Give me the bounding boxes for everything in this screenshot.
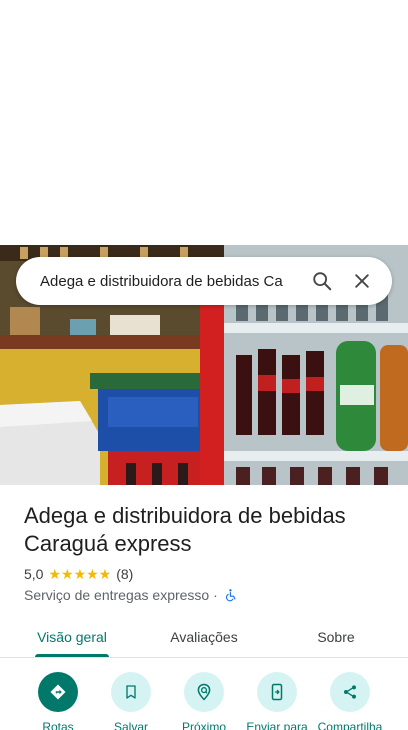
- nearby-label: Próximo: [181, 720, 226, 730]
- share-label: Compartilha: [317, 720, 383, 730]
- rating-value: 5,0: [24, 566, 44, 582]
- place-tabs: Visão geral Avaliações Sobre: [0, 616, 408, 658]
- wheelchair-icon: [224, 588, 238, 602]
- star-rating-icon: ★★★★★: [48, 565, 112, 582]
- tab-reviews[interactable]: Avaliações: [156, 616, 252, 658]
- nearby-icon: [184, 672, 224, 712]
- close-icon[interactable]: [342, 261, 382, 301]
- search-icon[interactable]: [302, 261, 342, 301]
- tab-overview[interactable]: Visão geral: [24, 616, 120, 658]
- save-button[interactable]: Salvar: [93, 672, 169, 730]
- send-to-phone-icon: [257, 672, 297, 712]
- map-blank-area: [0, 0, 408, 245]
- nearby-button[interactable]: Próximo: [166, 672, 242, 730]
- reviews-count: (8): [116, 566, 134, 582]
- save-label: Salvar: [113, 720, 148, 730]
- tab-about[interactable]: Sobre: [288, 616, 384, 658]
- rating-row[interactable]: 5,0 ★★★★★ (8): [24, 565, 133, 583]
- directions-button[interactable]: Rotas: [20, 672, 96, 730]
- directions-icon: [38, 672, 78, 712]
- bookmark-icon: [111, 672, 151, 712]
- directions-label: Rotas: [42, 720, 74, 730]
- share-button[interactable]: Compartilha: [312, 672, 388, 730]
- search-input[interactable]: Adega e distribuidora de bebidas Ca: [40, 273, 302, 290]
- send-to-phone-label: Enviar para: [246, 720, 308, 730]
- share-icon: [330, 672, 370, 712]
- category-row: Serviço de entregas expresso ·: [24, 586, 238, 604]
- active-tab-indicator: [35, 654, 109, 657]
- place-title: Adega e distribuidora de bebidas Caraguá…: [24, 503, 346, 556]
- send-to-phone-button[interactable]: Enviar para: [239, 672, 315, 730]
- place-category: Serviço de entregas expresso ·: [24, 587, 218, 603]
- search-bar[interactable]: Adega e distribuidora de bebidas Ca: [16, 257, 392, 305]
